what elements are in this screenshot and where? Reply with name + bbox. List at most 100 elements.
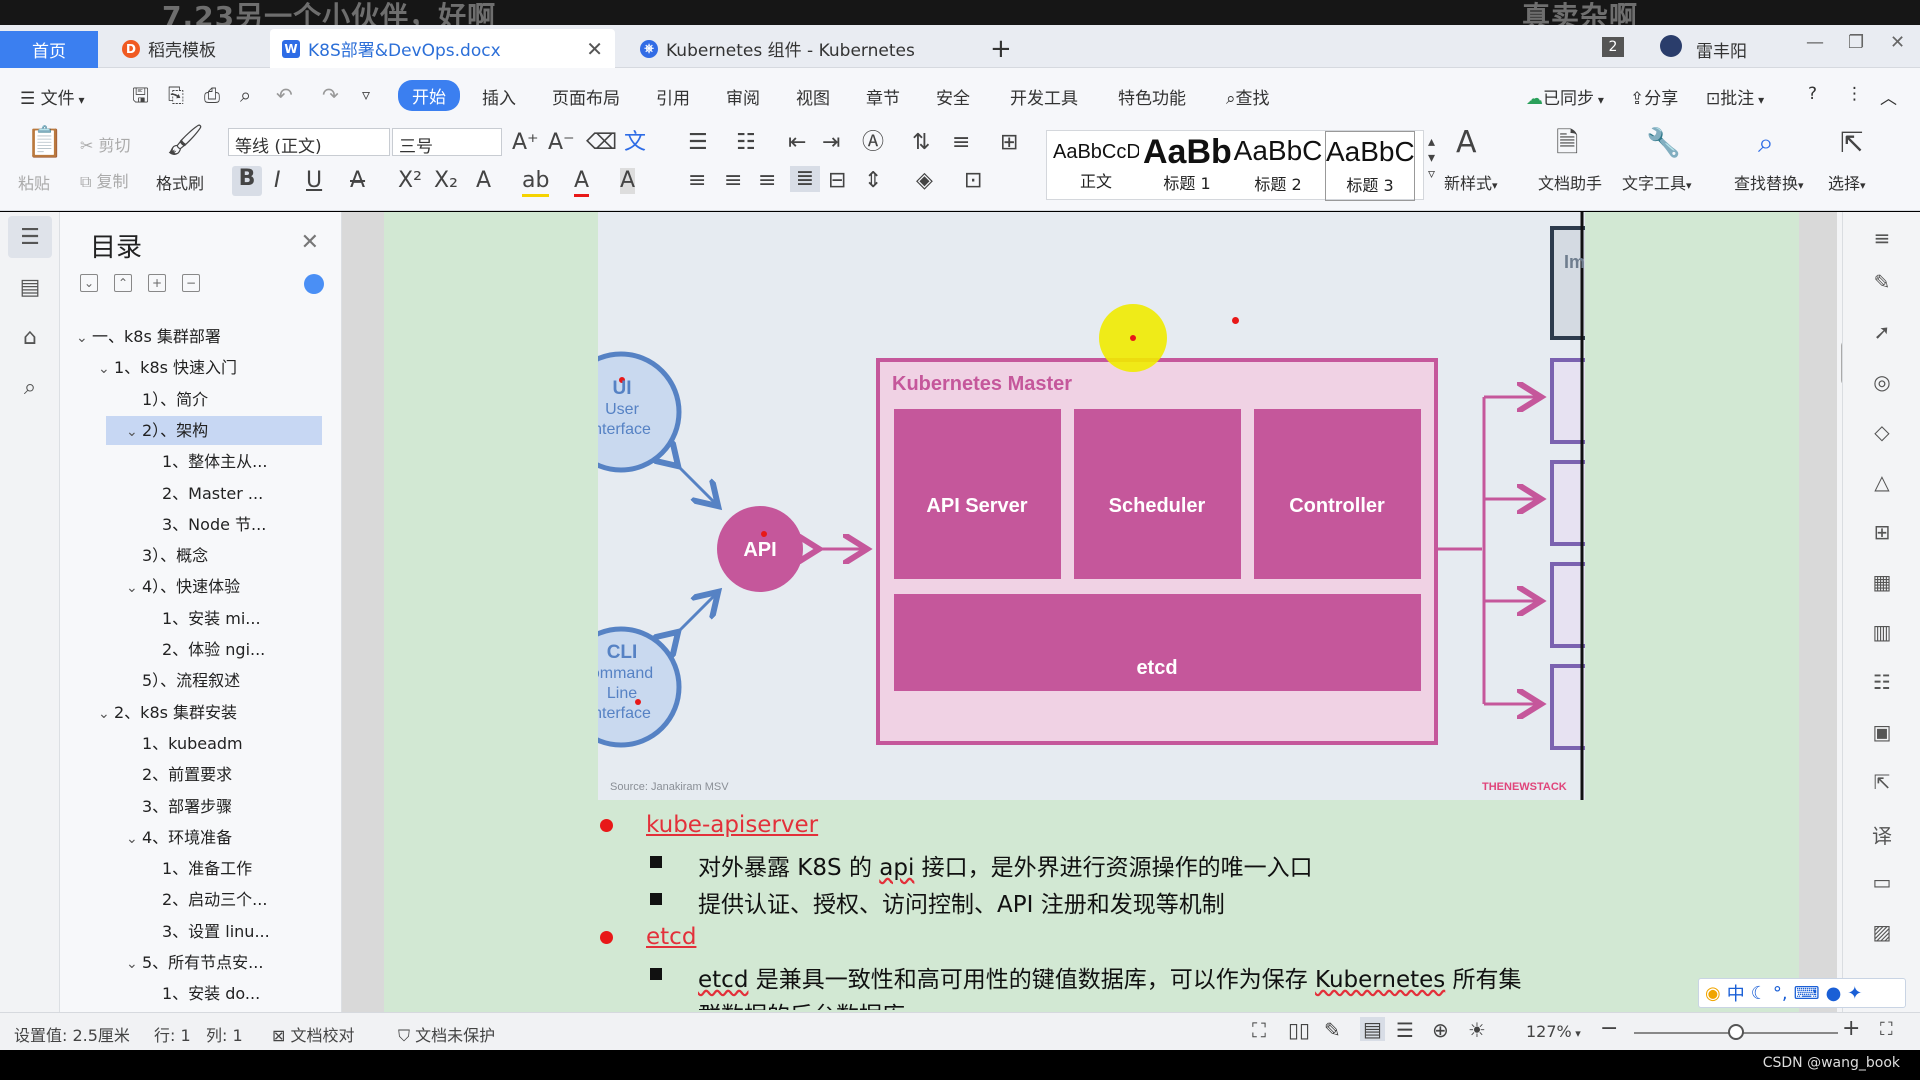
save-icon[interactable]: 🖫	[132, 82, 149, 108]
decrease-indent-icon[interactable]: ⇤	[788, 130, 806, 156]
toc-item[interactable]: 5）、流程叙述	[76, 666, 322, 695]
eye-protect-icon[interactable]: ☀	[1468, 1018, 1486, 1042]
doc-helper-button[interactable]: 文档助手	[1538, 170, 1602, 194]
ime-toolbar[interactable]: ◉ 中 ☾ °, ⌨ ● ✦	[1698, 978, 1906, 1008]
print-preview-icon[interactable]: ⌕	[240, 82, 251, 108]
chevron-down-icon[interactable]: ⌄	[76, 324, 92, 351]
keyboard-icon[interactable]: ⌨	[1794, 983, 1820, 1004]
image-icon[interactable]: ▨	[1869, 920, 1895, 946]
zoom-slider-thumb[interactable]	[1728, 1024, 1744, 1040]
toc-item[interactable]: 2、体验 ngi...	[76, 635, 322, 664]
close-icon[interactable]: ✕	[301, 230, 319, 255]
toc-item[interactable]: 2、前置要求	[76, 760, 322, 789]
add-heading-icon[interactable]: +	[148, 274, 166, 292]
toc-item[interactable]: 3、部署步骤	[76, 792, 322, 821]
font-family-select[interactable]: 等线 (正文)	[228, 128, 390, 157]
collapse-ribbon-icon[interactable]: ︿	[1880, 84, 1897, 109]
table-icon[interactable]: ⊞	[1869, 520, 1895, 546]
chevron-down-icon[interactable]: ⌄	[98, 355, 114, 382]
clear-format-icon[interactable]: ⌫	[586, 130, 617, 156]
comment-button[interactable]: ⊡批注 ▾	[1706, 84, 1764, 109]
paragraph-spacing-icon[interactable]: ⇕	[864, 168, 882, 194]
share-button[interactable]: ⇪分享	[1630, 84, 1678, 109]
ime-chinese-icon[interactable]: 中	[1727, 980, 1745, 1006]
chevron-down-icon[interactable]: ⌄	[126, 950, 142, 977]
tab-docer-templates[interactable]: D 稻壳模板	[110, 29, 265, 68]
remove-heading-icon[interactable]: −	[182, 274, 200, 292]
toc-item[interactable]: ⌄ 一、k8s 集群部署	[76, 322, 322, 351]
sort-icon[interactable]: ⇅	[912, 130, 930, 156]
highlight-button[interactable]: ab	[522, 168, 550, 197]
page-view-icon[interactable]: ▤	[1360, 1017, 1385, 1041]
moon-icon[interactable]: ☾	[1751, 983, 1767, 1004]
new-tab-button[interactable]: +	[990, 29, 1012, 68]
close-icon[interactable]: ✕	[586, 37, 603, 61]
window-count-badge[interactable]: 2	[1602, 37, 1624, 57]
toc-item[interactable]: ⌄ 2、k8s 集群安装	[76, 698, 322, 727]
toc-item[interactable]: 1、kubeadm	[76, 729, 322, 758]
toc-item[interactable]: 1、整体主从...	[76, 447, 322, 476]
align-right-icon[interactable]: ≡	[758, 168, 776, 194]
zoom-in-button[interactable]: +	[1842, 1016, 1860, 1041]
fit-page-icon[interactable]: ⛶	[1880, 1019, 1893, 1040]
new-style-icon[interactable]: A	[1456, 128, 1477, 158]
toc-item[interactable]: 1、安装 mi...	[76, 604, 322, 633]
select-cursor-icon[interactable]: ⇱	[1840, 129, 1863, 157]
heading-kube-apiserver[interactable]: kube-apiserver	[646, 812, 818, 838]
toc-item[interactable]: ⌄ 4）、快速体验	[76, 572, 322, 601]
share-out-icon[interactable]: ⇱	[1869, 770, 1895, 796]
style-heading-1[interactable]: AaBb 标题 1	[1143, 131, 1231, 201]
user-name[interactable]: 雷丰阳	[1696, 37, 1747, 62]
translate-icon[interactable]: 译	[1869, 820, 1895, 848]
spellcheck-word[interactable]: Kubernetes	[1315, 967, 1445, 993]
avatar[interactable]	[1660, 35, 1682, 57]
text-tools-button[interactable]: 文字工具▾	[1622, 170, 1692, 194]
style-heading-3[interactable]: AaBbC 标题 3	[1325, 131, 1415, 201]
format-painter-label[interactable]: 格式刷	[156, 170, 204, 194]
toc-item[interactable]: 3、设置 linu...	[76, 917, 322, 946]
customize-icon[interactable]: ▿	[362, 82, 370, 108]
menu-security[interactable]: 安全	[936, 84, 970, 109]
chevron-down-icon[interactable]: ⌄	[126, 418, 142, 445]
menu-page-layout[interactable]: 页面布局	[552, 84, 620, 109]
menu-review[interactable]: 审阅	[726, 84, 760, 109]
menu-file[interactable]: ☰ 文件 ▾	[20, 84, 85, 109]
increase-indent-icon[interactable]: ⇥	[822, 130, 840, 156]
numbered-list-icon[interactable]: ☷	[736, 130, 756, 156]
paste-icon[interactable]: 📋	[26, 128, 63, 158]
spellcheck-word[interactable]: api	[879, 855, 914, 881]
heading-etcd[interactable]: etcd	[646, 924, 696, 950]
border-icon[interactable]: ⊡	[964, 168, 982, 194]
document-icon[interactable]: ▣	[1869, 720, 1895, 746]
toc-item[interactable]: ⌄ 5、所有节点安...	[76, 948, 322, 977]
align-left-icon[interactable]: ≡	[688, 168, 706, 194]
text-effect-button[interactable]: A	[476, 168, 491, 194]
archive-icon[interactable]: ▭	[1869, 870, 1895, 896]
find-replace-icon[interactable]: ⌕	[1758, 129, 1774, 157]
undo-icon[interactable]: ↶	[276, 82, 293, 108]
protection-status[interactable]: ⛉ 文档未保护	[398, 1022, 495, 1046]
spellcheck-word[interactable]: etcd	[698, 967, 748, 993]
restore-icon[interactable]: ❐	[1848, 32, 1864, 53]
doc-helper-icon[interactable]: 🗎	[1556, 129, 1579, 157]
menu-features[interactable]: 特色功能	[1118, 84, 1186, 109]
select-button[interactable]: 选择▾	[1828, 170, 1866, 194]
minimize-icon[interactable]: —	[1806, 32, 1824, 53]
pages-panel-icon[interactable]: ▤	[8, 266, 52, 308]
menu-view[interactable]: 视图	[796, 84, 830, 109]
toc-item[interactable]: 1、安装 do...	[76, 979, 322, 1007]
new-style-button[interactable]: 新样式▾	[1444, 170, 1498, 194]
toc-item[interactable]: 3、Node 节...	[76, 510, 322, 539]
pen-icon[interactable]: ✎	[1869, 270, 1895, 296]
font-size-select[interactable]: 三号	[392, 128, 502, 157]
format-painter-icon[interactable]: 🖌	[166, 126, 204, 156]
redo-icon[interactable]: ↷	[322, 82, 339, 108]
style-heading-2[interactable]: AaBbC 标题 2	[1233, 131, 1323, 201]
tab-home[interactable]: 首页	[0, 31, 98, 68]
toc-item[interactable]: ⌄ 2）、架构	[106, 415, 322, 445]
write-mode-icon[interactable]: ✎	[1324, 1018, 1341, 1042]
table-grid-icon[interactable]: ⊞	[1000, 130, 1018, 156]
menu-search[interactable]: ⌕查找	[1226, 84, 1270, 109]
toc-item[interactable]: 1、准备工作	[76, 854, 322, 883]
align-justify-icon[interactable]: ≣	[790, 166, 820, 192]
